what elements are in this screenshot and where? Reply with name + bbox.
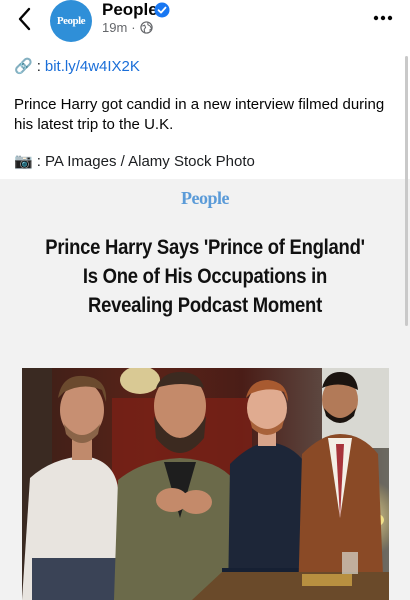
photo-credit: 📷 : PA Images / Alamy Stock Photo [14, 152, 255, 171]
camera-emoji-icon: 📷 [14, 153, 33, 170]
group-photo-image [22, 368, 389, 600]
avatar[interactable]: People [50, 0, 92, 42]
post-time[interactable]: 19m [102, 20, 127, 35]
verified-badge-icon [154, 2, 170, 18]
more-options-button[interactable] [372, 10, 394, 26]
link-colon: : [36, 57, 41, 75]
card-brand-logo: People [181, 188, 230, 208]
more-dots-icon [373, 15, 393, 21]
link-emoji-icon: 🔗 [14, 58, 33, 75]
post-link[interactable]: bit.ly/4w4IX2K [45, 58, 140, 75]
scrollbar[interactable] [405, 56, 408, 326]
link-line: 🔗 : bit.ly/4w4IX2K [14, 57, 140, 76]
page-name[interactable]: People [102, 0, 158, 20]
chevron-left-icon [18, 7, 31, 31]
credit-text: : PA Images / Alamy Stock Photo [36, 152, 255, 170]
globe-icon [139, 21, 153, 34]
post-caption: Prince Harry got candid in a new intervi… [14, 96, 385, 133]
post-meta: 19m · [102, 20, 153, 35]
back-button[interactable] [12, 4, 38, 34]
card-photo[interactable] [22, 368, 389, 600]
meta-separator: · [131, 20, 136, 35]
card-headline[interactable]: Prince Harry Says 'Prince of England' Is… [42, 233, 368, 320]
post-header: People People 19m · [0, 0, 410, 44]
avatar-text: People [56, 15, 86, 27]
